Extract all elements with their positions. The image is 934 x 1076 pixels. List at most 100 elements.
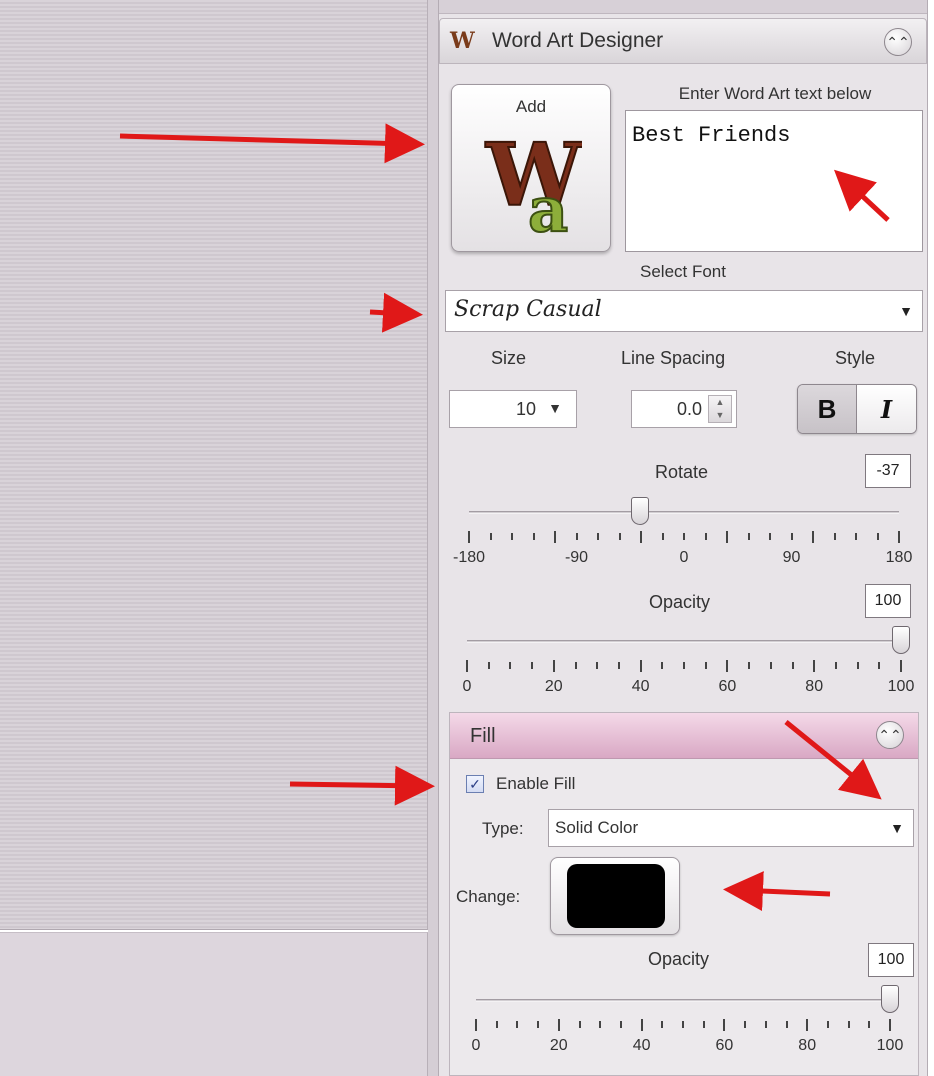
spinner-arrows-icon[interactable]: ▲ ▼ — [708, 395, 732, 423]
opacity-slider[interactable]: 0 20 40 60 80 100 — [463, 626, 915, 698]
slider-tick — [702, 1021, 705, 1028]
slider-tick — [856, 662, 859, 669]
collapse-panel-button[interactable]: ⌃⌃ — [884, 28, 912, 56]
double-chevron-up-icon: ⌃⌃ — [886, 33, 910, 50]
slider-thumb[interactable] — [881, 985, 899, 1013]
slider-tick-labels: 0 20 40 60 80 100 — [463, 678, 915, 698]
fill-type-select[interactable]: Solid Color ▼ — [548, 809, 914, 847]
dropdown-arrow-icon[interactable]: ▼ — [548, 400, 562, 416]
slider-tick-label: 0 — [462, 678, 472, 695]
fill-title: Fill — [470, 725, 496, 747]
slider-tick — [516, 1021, 519, 1028]
change-color-label: Change: — [456, 887, 521, 906]
word-art-text-input[interactable]: Best Friends — [625, 110, 923, 252]
rotate-value-box[interactable]: -37 — [865, 454, 911, 488]
word-art-logo-icon: W — [450, 28, 475, 54]
slider-tick-label: 0 — [471, 1037, 481, 1054]
slider-tick — [726, 660, 729, 672]
slider-tick — [704, 662, 707, 669]
slider-tick — [554, 531, 556, 543]
slider-tick — [790, 533, 793, 540]
slider-thumb[interactable] — [630, 497, 649, 525]
slider-tick — [596, 662, 599, 669]
fill-opacity-value-box[interactable]: 100 — [868, 943, 914, 977]
italic-toggle-button[interactable]: I — [857, 385, 916, 433]
slider-tick-label: 40 — [632, 1037, 651, 1054]
slider-tick — [726, 531, 728, 543]
slider-tick — [661, 533, 664, 540]
rotate-label: Rotate — [655, 462, 709, 482]
slider-tick — [898, 531, 900, 543]
slider-thumb[interactable] — [892, 626, 910, 654]
fill-opacity-label: Opacity — [648, 949, 710, 969]
slider-tick-label: 100 — [876, 1037, 904, 1054]
font-select[interactable]: Scrap Casual ▼ — [445, 290, 923, 332]
slider-tick — [683, 533, 685, 540]
slider-tick — [578, 1021, 581, 1028]
panel-header: W Word Art Designer ⌃⌃ — [439, 18, 927, 64]
slider-tick — [806, 1019, 809, 1031]
enable-fill-checkbox[interactable]: ✓ — [466, 775, 484, 793]
size-label: Size — [491, 348, 527, 368]
slider-tick — [785, 1021, 788, 1028]
font-label: Select Font — [640, 262, 726, 281]
size-select[interactable]: 10 ▼ — [449, 390, 577, 428]
word-art-panel: W Word Art Designer ⌃⌃ Add W a Enter Wor… — [438, 0, 928, 1076]
color-swatch — [567, 864, 665, 928]
collapse-fill-button[interactable]: ⌃⌃ — [876, 721, 904, 749]
slider-tick-label: 60 — [715, 1037, 734, 1054]
slider-tick-label: 80 — [805, 678, 824, 695]
opacity-label: Opacity — [649, 592, 711, 612]
line-spacing-stepper[interactable]: 0.0 ▲ ▼ — [631, 390, 737, 428]
slider-track — [467, 640, 901, 643]
word-art-icon: W a — [484, 127, 582, 237]
slider-tick — [557, 1019, 560, 1031]
slider-tick — [640, 1019, 643, 1031]
slider-tick — [682, 1021, 684, 1028]
slider-tick — [597, 533, 599, 540]
slider-tick — [868, 1021, 871, 1028]
line-spacing-label: Line Spacing — [621, 348, 726, 368]
slider-tick-label: 180 — [885, 549, 913, 566]
slider-ticks — [475, 1019, 891, 1033]
change-color-button[interactable] — [550, 857, 680, 935]
slider-tick — [640, 531, 642, 543]
slider-track — [476, 999, 890, 1002]
slider-tick — [532, 533, 535, 540]
slider-tick — [813, 660, 816, 672]
dropdown-arrow-icon[interactable]: ▼ — [881, 810, 913, 846]
fill-type-value: Solid Color — [555, 818, 639, 837]
slider-tick — [475, 1019, 477, 1031]
rotate-slider[interactable]: -180 -90 0 90 180 — [453, 497, 912, 569]
dropdown-arrow-icon[interactable]: ▼ — [890, 291, 922, 331]
add-word-art-button[interactable]: Add W a — [451, 84, 611, 252]
slider-tick-label: 20 — [549, 1037, 568, 1054]
slider-track — [469, 511, 899, 514]
slider-tick — [466, 660, 468, 672]
size-value: 10 — [515, 399, 536, 419]
opacity-value-box[interactable]: 100 — [865, 584, 911, 618]
slider-tick — [833, 533, 836, 540]
slider-tick-label: 20 — [544, 678, 563, 695]
slider-tick-labels: 0 20 40 60 80 100 — [472, 1037, 904, 1057]
slider-tick — [723, 1019, 726, 1031]
slider-tick — [489, 533, 492, 540]
bold-toggle-button[interactable]: B — [798, 385, 858, 433]
slider-tick-label: 80 — [798, 1037, 817, 1054]
panel-title: Word Art Designer — [492, 29, 664, 52]
slider-tick-label: 60 — [718, 678, 737, 695]
text-entry-label: Enter Word Art text below — [678, 84, 872, 103]
slider-tick — [769, 533, 771, 540]
slider-ticks — [468, 531, 900, 545]
slider-tick — [847, 1021, 850, 1028]
slider-tick — [509, 662, 512, 669]
slider-tick-label: 0 — [679, 549, 689, 566]
fill-opacity-slider[interactable]: 0 20 40 60 80 100 — [472, 985, 904, 1057]
slider-tick-labels: -180 -90 0 90 180 — [453, 549, 912, 569]
slider-tick-label: -180 — [452, 549, 486, 566]
slider-tick — [574, 662, 577, 669]
slider-tick — [468, 531, 470, 543]
fill-header: Fill ⌃⌃ — [450, 713, 918, 759]
slider-tick — [704, 533, 707, 540]
slider-tick-label: 40 — [631, 678, 650, 695]
